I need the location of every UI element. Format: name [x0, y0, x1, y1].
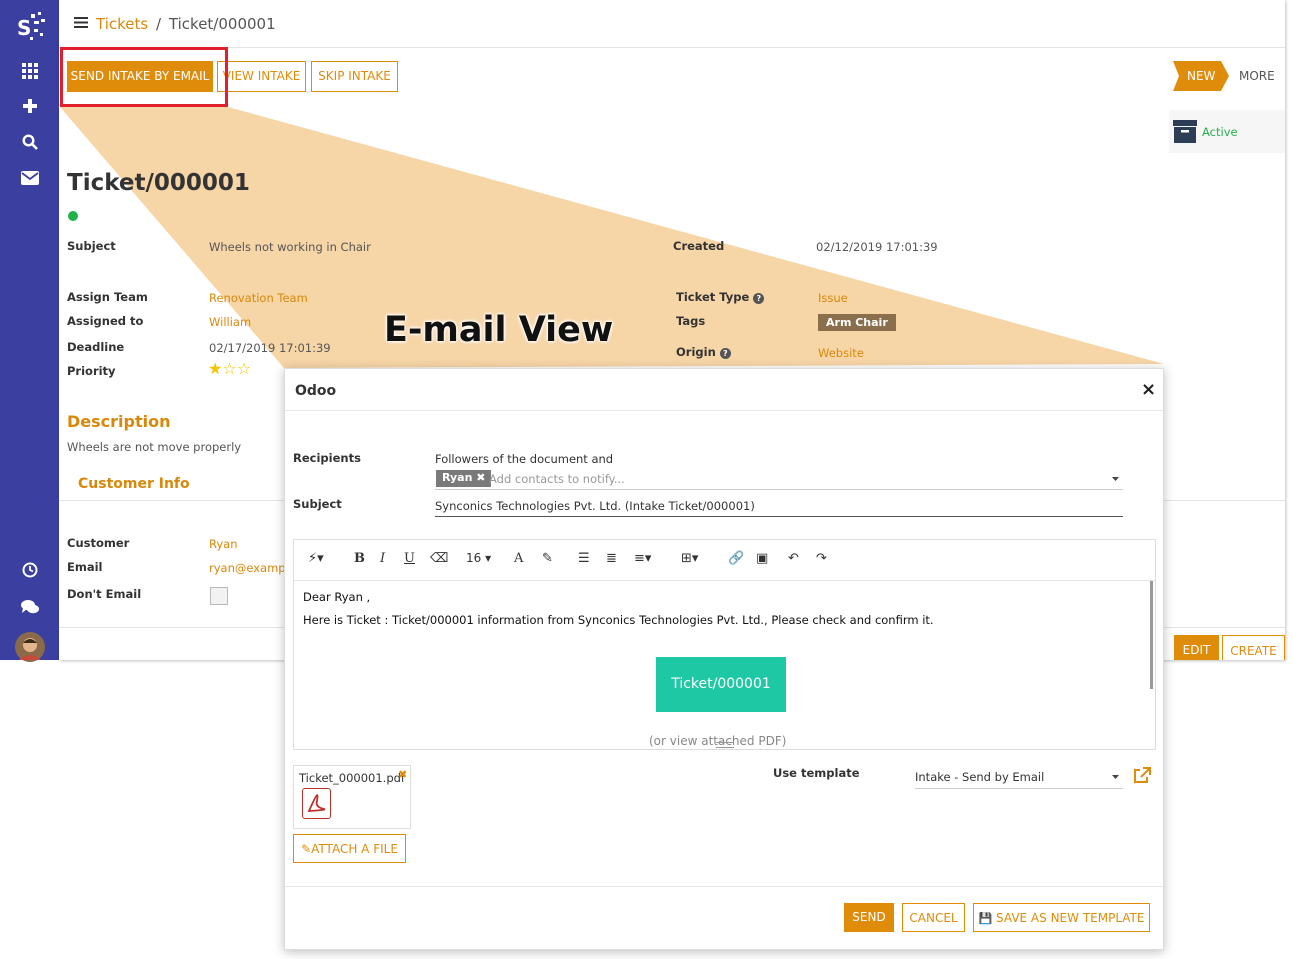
subject-label: Subject [67, 239, 116, 253]
editor-toolbar: ⚡▾ B I U ⌫ 16 ▾ A ✎ ☰ ≣ ≡▾ ⊞▾ 🔗 ▣ ↶ ↷ [294, 540, 1155, 581]
origin-label: Origin ? [676, 345, 731, 359]
help-icon[interactable]: ? [753, 293, 765, 304]
star-empty-icon[interactable]: ☆ [237, 359, 251, 378]
assigned-to-link[interactable]: William [209, 315, 251, 329]
save-as-new-template-button[interactable]: 💾 SAVE AS NEW TEMPLATE [973, 903, 1150, 932]
assign-team-link[interactable]: Renovation Team [209, 291, 308, 305]
priority-label: Priority [67, 364, 116, 378]
underline-icon[interactable]: U [404, 551, 415, 566]
email-label: Email [67, 560, 103, 574]
paragraph-align-icon[interactable]: ≡▾ [634, 551, 651, 566]
ticket-link-button[interactable]: Ticket/000001 [656, 657, 786, 712]
redo-icon[interactable]: ↷ [816, 551, 827, 566]
magic-wand-icon[interactable]: ⚡▾ [308, 551, 324, 566]
template-value: Intake - Send by Email [915, 770, 1045, 784]
recipient-tag[interactable]: Ryan ✖ [436, 470, 492, 487]
ticket-type-link[interactable]: Issue [818, 291, 848, 305]
eraser-icon[interactable]: ⌫ [430, 551, 448, 566]
customer-info-heading: Customer Info [78, 476, 190, 492]
recipients-label: Recipients [293, 451, 361, 465]
external-link-icon[interactable] [1133, 767, 1151, 784]
star-empty-icon[interactable]: ☆ [222, 359, 236, 378]
subject-input[interactable]: Synconics Technologies Pvt. Ltd. (Intake… [435, 499, 1123, 517]
priority-stars[interactable]: ★☆☆ [208, 361, 251, 377]
attachment-card: Ticket_000001.pdf ✖ [293, 765, 411, 829]
customer-label: Customer [67, 536, 130, 550]
ticket-type-label: Ticket Type ? [676, 290, 765, 304]
email-body-editor: ⚡▾ B I U ⌫ 16 ▾ A ✎ ☰ ≣ ≡▾ ⊞▾ 🔗 ▣ ↶ ↷ De… [293, 539, 1156, 750]
created-value: 02/12/2019 17:01:39 [816, 240, 938, 254]
save-icon: 💾 [978, 912, 993, 925]
highlight-box [60, 47, 228, 107]
assign-team-label: Assign Team [67, 290, 148, 304]
pdf-icon [302, 788, 331, 819]
font-size-dropdown[interactable]: 16 ▾ [466, 551, 491, 565]
undo-icon[interactable]: ↶ [788, 551, 799, 566]
recipients-field[interactable]: Ryan ✖ Add contacts to notify... [435, 469, 1123, 490]
created-label: Created [673, 239, 725, 253]
cancel-button[interactable]: CANCEL [902, 903, 965, 932]
editor-scrollbar[interactable] [1150, 581, 1153, 689]
body-greeting: Dear Ryan , [303, 590, 371, 604]
dialog-footer-divider [285, 886, 1163, 887]
bullet-list-icon[interactable]: ☰ [578, 551, 590, 566]
paperclip-icon: ✎ [301, 842, 312, 856]
resize-handle[interactable] [716, 742, 734, 748]
customer-link[interactable]: Ryan [209, 537, 238, 551]
help-icon[interactable]: ? [719, 348, 731, 359]
editor-content[interactable]: Dear Ryan , Here is Ticket : Ticket/0000… [294, 581, 1155, 749]
email-link[interactable]: ryan@exampl [209, 561, 284, 575]
origin-link[interactable]: Website [818, 346, 864, 360]
tag-badge[interactable]: Arm Chair [818, 314, 896, 331]
remove-tag-icon[interactable]: ✖ [476, 471, 485, 484]
subject-label: Subject [293, 497, 342, 511]
numbered-list-icon[interactable]: ≣ [606, 551, 617, 566]
dropdown-caret-icon[interactable] [1112, 775, 1119, 780]
close-icon[interactable]: × [1141, 379, 1156, 400]
remove-attachment-icon[interactable]: ✖ [398, 768, 407, 781]
description-heading: Description [67, 412, 171, 431]
annotation-label: E-mail View [384, 310, 614, 350]
subject-value: Wheels not working in Chair [209, 240, 371, 254]
star-filled-icon[interactable]: ★ [208, 359, 222, 378]
link-icon[interactable]: 🔗 [728, 551, 744, 566]
attach-file-button[interactable]: ✎ATTACH A FILE [293, 834, 406, 863]
assigned-to-label: Assigned to [67, 314, 144, 328]
font-color-icon[interactable]: A [514, 551, 523, 566]
dialog-header: Odoo × [285, 369, 1163, 411]
status-dot[interactable] [68, 211, 78, 221]
deadline-value: 02/17/2019 17:01:39 [209, 341, 331, 355]
email-compose-dialog: Odoo × Recipients Followers of the docum… [284, 368, 1164, 950]
attachment-name[interactable]: Ticket_000001.pdf [299, 771, 405, 785]
followers-text: Followers of the document and [435, 452, 614, 466]
dont-email-checkbox[interactable] [210, 587, 228, 605]
italic-icon[interactable]: I [380, 551, 385, 566]
dialog-title: Odoo [295, 383, 337, 399]
send-button[interactable]: SEND [844, 903, 894, 932]
tags-label: Tags [676, 314, 706, 328]
dropdown-caret-icon[interactable] [1112, 477, 1119, 482]
use-template-label: Use template [773, 766, 860, 780]
deadline-label: Deadline [67, 340, 125, 354]
ticket-title: Ticket/000001 [67, 170, 250, 196]
add-contacts-placeholder: Add contacts to notify... [489, 472, 625, 486]
brush-icon[interactable]: ✎ [542, 551, 553, 566]
image-icon[interactable]: ▣ [756, 551, 768, 566]
body-line: Here is Ticket : Ticket/000001 informati… [303, 613, 934, 627]
dont-email-label: Don't Email [67, 587, 142, 601]
template-select[interactable]: Intake - Send by Email [915, 769, 1123, 789]
bold-icon[interactable]: B [354, 551, 365, 566]
description-text: Wheels are not move properly [67, 440, 242, 454]
table-icon[interactable]: ⊞▾ [681, 551, 698, 566]
